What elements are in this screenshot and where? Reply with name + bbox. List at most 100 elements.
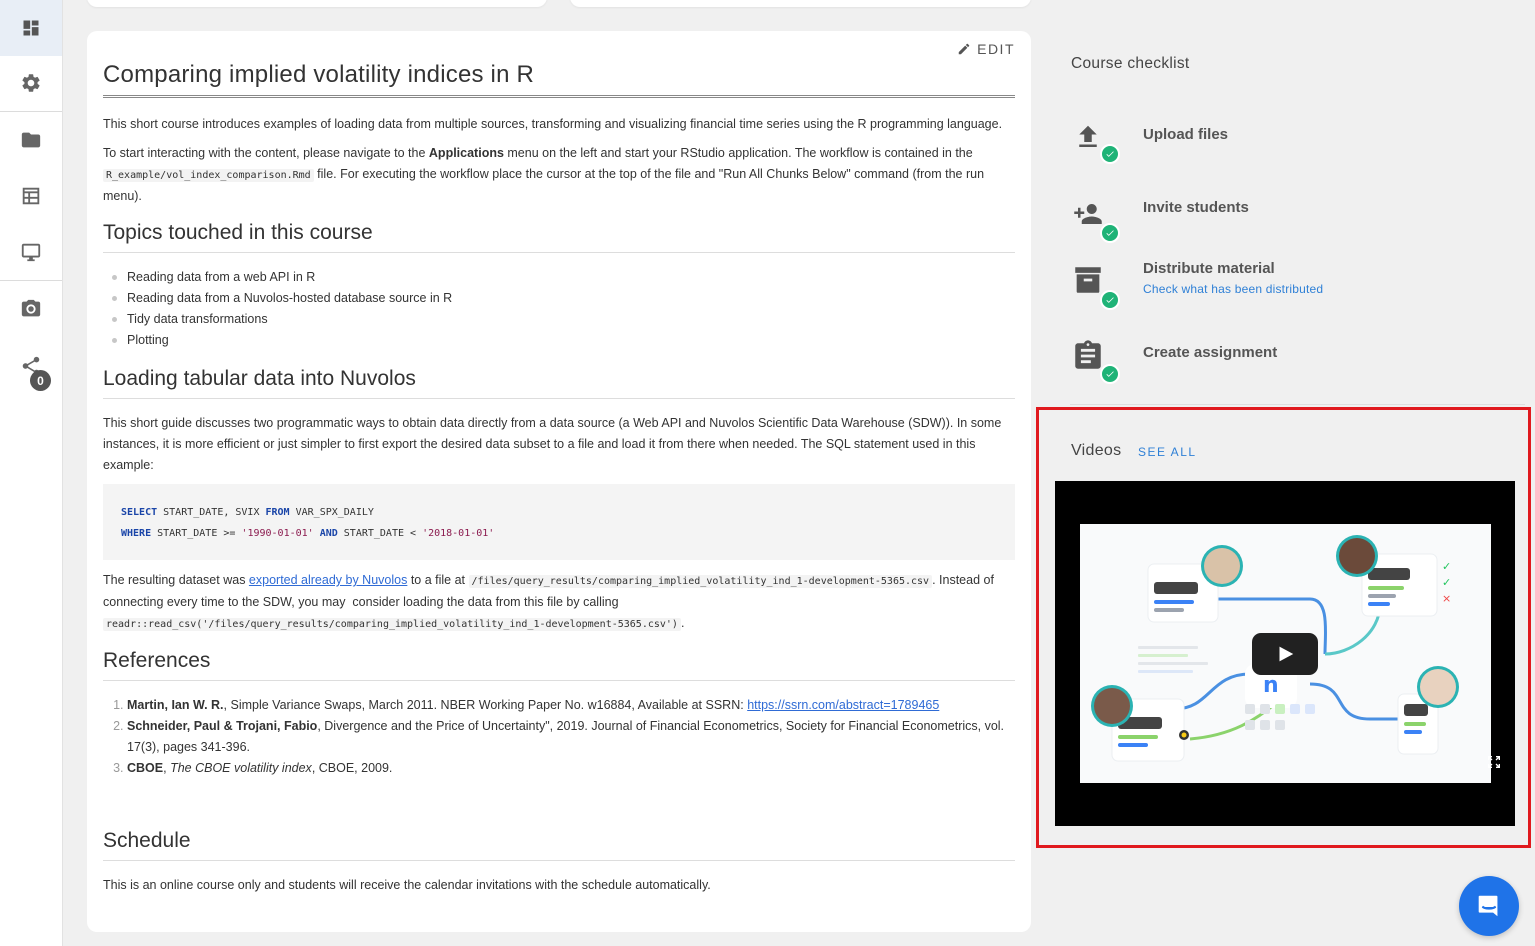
checklist-label: Distribute material bbox=[1143, 260, 1275, 277]
getting-started-paragraph: To start interacting with the content, p… bbox=[103, 143, 1015, 207]
schedule-paragraph: This is an online course only and studen… bbox=[103, 878, 711, 892]
sql-keyword: SELECT bbox=[121, 507, 158, 518]
checklist-label: Create assignment bbox=[1143, 344, 1278, 361]
loading-heading: Loading tabular data into Nuvolos bbox=[103, 367, 1015, 399]
camera-icon bbox=[21, 299, 41, 317]
chat-launcher-button[interactable] bbox=[1459, 876, 1519, 936]
settings-nav-button[interactable] bbox=[0, 55, 62, 111]
play-button[interactable] bbox=[1252, 633, 1318, 675]
text-span: The resulting dataset was bbox=[103, 573, 249, 587]
edit-label: EDIT bbox=[977, 41, 1015, 57]
sql-string: '2018-01-01' bbox=[422, 528, 495, 539]
applications-nav-button[interactable] bbox=[0, 224, 62, 280]
topics-heading: Topics touched in this course bbox=[103, 221, 1015, 253]
distributed-nav-button[interactable]: 0 bbox=[0, 338, 62, 394]
schedule-heading: Schedule bbox=[103, 829, 1015, 861]
list-item: Plotting bbox=[103, 330, 1015, 351]
see-all-videos-link[interactable]: SEE ALL bbox=[1138, 445, 1197, 459]
fullscreen-button[interactable] bbox=[1483, 751, 1505, 773]
ssrn-link[interactable]: https://ssrn.com/abstract=1789465 bbox=[747, 698, 939, 712]
monitor-icon bbox=[21, 243, 41, 262]
topics-list: Reading data from a web API in R Reading… bbox=[103, 267, 1015, 351]
checklist-title: Course checklist bbox=[1071, 55, 1190, 72]
list-item: Reading data from a web API in R bbox=[103, 267, 1015, 288]
checklist-item-distribute[interactable]: Distribute material Check what has been … bbox=[1071, 260, 1491, 316]
text-span: menu on the left and start your RStudio … bbox=[503, 146, 973, 160]
text-span: To start interacting with the content, p… bbox=[103, 146, 429, 160]
svg-text:×: × bbox=[1442, 592, 1451, 605]
videos-section: Videos SEE ALL ✓ ✓ × n bbox=[1036, 407, 1531, 848]
sql-line: SELECT START_DATE, SVIX FROM VAR_SPX_DAI… bbox=[121, 502, 997, 523]
checklist-item-assignment[interactable]: Create assignment bbox=[1071, 338, 1491, 394]
reference-text: , CBOE, 2009. bbox=[311, 761, 393, 775]
sql-keyword: AND bbox=[313, 528, 338, 539]
gear-icon bbox=[22, 74, 40, 92]
snapshots-nav-button[interactable] bbox=[0, 281, 62, 337]
svg-text:n: n bbox=[1263, 673, 1279, 698]
reference-author: Schneider, Paul & Trojani, Fabio bbox=[127, 719, 318, 733]
video-player[interactable]: ✓ ✓ × n bbox=[1055, 481, 1515, 826]
sql-text: START_DATE >= bbox=[151, 528, 242, 539]
videos-title: Videos bbox=[1071, 442, 1122, 459]
csv-file-path: /files/query_results/comparing_implied_v… bbox=[468, 575, 933, 588]
text-span: to a file at bbox=[407, 573, 469, 587]
reference-author: Martin, Ian W. R. bbox=[127, 698, 224, 712]
sql-code-block: SELECT START_DATE, SVIX FROM VAR_SPX_DAI… bbox=[103, 484, 1015, 560]
check-circle-icon bbox=[1100, 144, 1120, 164]
reference-item: CBOE, The CBOE volatility index, CBOE, 2… bbox=[127, 758, 1015, 779]
video-thumbnail: ✓ ✓ × n bbox=[1080, 524, 1491, 783]
intro-paragraph: This short course introduces examples of… bbox=[103, 117, 1003, 131]
reference-item: Martin, Ian W. R., Simple Variance Swaps… bbox=[127, 695, 1015, 716]
references-list: Martin, Ian W. R., Simple Variance Swaps… bbox=[103, 695, 1015, 779]
exported-link[interactable]: exported already by Nuvolos bbox=[249, 573, 407, 587]
dashboard-nav-button[interactable] bbox=[0, 0, 62, 56]
right-panel-divider bbox=[1070, 404, 1525, 405]
dashboard-icon bbox=[23, 20, 39, 36]
fullscreen-icon bbox=[1488, 756, 1500, 768]
sql-text: VAR_SPX_DAILY bbox=[289, 507, 374, 518]
reference-text: , Simple Variance Swaps, March 2011. NBE… bbox=[223, 698, 748, 712]
reference-title: The CBOE volatility index bbox=[170, 761, 312, 775]
table-icon bbox=[22, 187, 40, 205]
sql-keyword: FROM bbox=[265, 507, 290, 518]
course-description-card: EDIT Comparing implied volatility indice… bbox=[87, 31, 1031, 932]
pencil-icon bbox=[958, 43, 970, 55]
rmd-file-path: R_example/vol_index_comparison.Rmd bbox=[103, 169, 314, 182]
check-circle-icon bbox=[1100, 223, 1120, 243]
files-nav-button[interactable] bbox=[0, 112, 62, 168]
left-sidebar: 0 bbox=[0, 0, 63, 946]
checklist-label: Invite students bbox=[1143, 199, 1249, 216]
check-circle-icon bbox=[1100, 290, 1120, 310]
sql-keyword: WHERE bbox=[121, 528, 152, 539]
chat-icon bbox=[1476, 893, 1500, 921]
sql-text: START_DATE, SVIX bbox=[157, 507, 266, 518]
text-span: . bbox=[680, 616, 685, 630]
checklist-label: Upload files bbox=[1143, 126, 1229, 143]
reference-item: Schneider, Paul & Trojani, Fabio, Diverg… bbox=[127, 716, 1015, 758]
sql-text: START_DATE < bbox=[337, 528, 423, 539]
tables-nav-button[interactable] bbox=[0, 168, 62, 224]
result-paragraph: The resulting dataset was exported alrea… bbox=[103, 570, 1015, 635]
list-item: Reading data from a Nuvolos-hosted datab… bbox=[103, 288, 1015, 309]
course-content: Comparing implied volatility indices in … bbox=[103, 61, 1015, 904]
applications-bold: Applications bbox=[428, 146, 504, 160]
references-heading: References bbox=[103, 649, 1015, 681]
checklist-item-invite[interactable]: Invite students bbox=[1071, 197, 1491, 253]
sql-string: '1990-01-01' bbox=[241, 528, 314, 539]
play-icon bbox=[1279, 646, 1294, 662]
checklist-item-upload[interactable]: Upload files bbox=[1071, 122, 1491, 178]
read-csv-code: readr::read_csv('/files/query_results/co… bbox=[103, 618, 681, 631]
reference-author: CBOE bbox=[127, 761, 164, 775]
card-stub bbox=[570, 0, 1031, 7]
card-stub bbox=[87, 0, 547, 7]
svg-text:✓: ✓ bbox=[1442, 576, 1451, 589]
edit-button[interactable]: EDIT bbox=[957, 41, 1015, 57]
distributed-count-badge: 0 bbox=[30, 370, 51, 391]
check-distributed-link[interactable]: Check what has been distributed bbox=[1143, 282, 1323, 296]
folder-icon bbox=[21, 132, 41, 148]
course-title: Comparing implied volatility indices in … bbox=[103, 61, 1015, 98]
loading-paragraph: This short guide discusses two programma… bbox=[103, 416, 1002, 472]
list-item: Tidy data transformations bbox=[103, 309, 1015, 330]
check-circle-icon bbox=[1100, 364, 1120, 384]
svg-text:✓: ✓ bbox=[1442, 560, 1451, 573]
